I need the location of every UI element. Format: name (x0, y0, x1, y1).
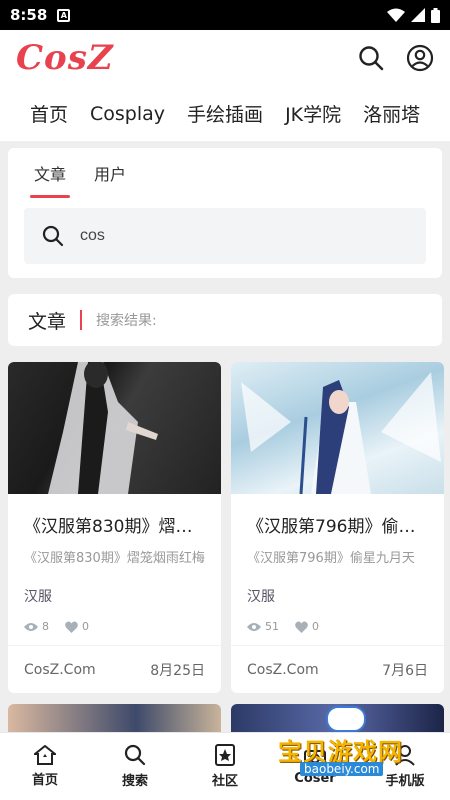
bottom-nav-label: 搜索 (121, 774, 148, 789)
article-tag[interactable]: 汉服 (8, 566, 221, 606)
star-icon (215, 744, 235, 766)
article-source: CosZ.Com (247, 661, 319, 678)
search-icon (124, 744, 146, 766)
app-header: CosZ (0, 30, 450, 86)
like-count: 0 (82, 620, 89, 633)
article-card[interactable]: 《汉服第796期》偷星九月天 《汉服第796期》偷星九月天 汉服 51 0 Co… (231, 362, 444, 693)
app-logo[interactable]: CosZ (16, 38, 114, 78)
results-header: 文章 搜索结果: (8, 294, 442, 346)
like-count: 0 (312, 620, 319, 633)
search-icon[interactable] (358, 45, 384, 71)
bottom-nav-home[interactable]: 首页 (0, 733, 90, 800)
search-panel: 文章 用户 (8, 148, 442, 278)
search-tab-articles[interactable]: 文章 (29, 156, 71, 198)
article-date: 7月6日 (382, 662, 428, 679)
article-source: CosZ.Com (24, 661, 96, 678)
bottom-nav-search[interactable]: 搜索 (90, 733, 180, 800)
eye-icon (247, 622, 261, 631)
search-box[interactable] (24, 208, 426, 264)
nav-tab-cosplay[interactable]: Cosplay (90, 103, 165, 125)
signal-icon (411, 8, 425, 22)
search-input[interactable] (80, 227, 380, 245)
status-time: 8:58 (10, 6, 48, 24)
bottom-nav-label: 首页 (31, 773, 58, 788)
results-title: 文章 (28, 310, 67, 333)
article-card[interactable]: 《汉服第830期》熠笼烟雨 《汉服第830期》熠笼烟雨红梅 汉服 8 0 Cos… (8, 362, 221, 693)
watermark: 宝贝游戏网 baobeiy.com (270, 706, 420, 780)
view-count: 8 (42, 620, 49, 633)
article-title[interactable]: 《汉服第796期》偷星九月天 (231, 494, 444, 537)
category-nav: 首页 Cosplay 手绘插画 JK学院 洛丽塔 (0, 86, 450, 142)
results-divider (80, 310, 83, 330)
bottom-nav-label: 社区 (211, 774, 238, 789)
user-icon[interactable] (406, 44, 434, 72)
article-tag[interactable]: 汉服 (231, 566, 444, 606)
battery-icon (431, 7, 440, 23)
watermark-url: baobeiy.com (300, 762, 384, 776)
search-tab-users[interactable]: 用户 (94, 156, 126, 194)
view-count: 51 (265, 620, 279, 633)
gamepad-icon (326, 706, 366, 732)
bottom-nav-community[interactable]: 社区 (180, 733, 270, 800)
nav-tab-jk[interactable]: JK学院 (285, 100, 341, 127)
home-icon (34, 745, 56, 765)
article-title[interactable]: 《汉服第830期》熠笼烟雨 (8, 494, 221, 537)
article-thumbnail[interactable] (8, 362, 221, 494)
article-excerpt: 《汉服第796期》偷星九月天 (247, 551, 415, 566)
search-icon (42, 225, 64, 247)
wifi-icon (387, 8, 405, 22)
article-excerpt: 《汉服第830期》熠笼烟雨红梅 (24, 551, 205, 566)
results-hint: 搜索结果: (96, 313, 157, 329)
article-thumbnail[interactable] (231, 362, 444, 494)
nav-tab-home[interactable]: 首页 (30, 100, 68, 127)
eye-icon (24, 622, 38, 631)
status-bar: 8:58 A (0, 0, 450, 30)
article-date: 8月25日 (150, 662, 205, 679)
nav-tab-lolita[interactable]: 洛丽塔 (363, 100, 420, 127)
nav-tab-illustration[interactable]: 手绘插画 (187, 100, 263, 127)
heart-icon[interactable] (295, 621, 308, 633)
heart-icon[interactable] (65, 621, 78, 633)
notification-icon: A (57, 8, 71, 22)
